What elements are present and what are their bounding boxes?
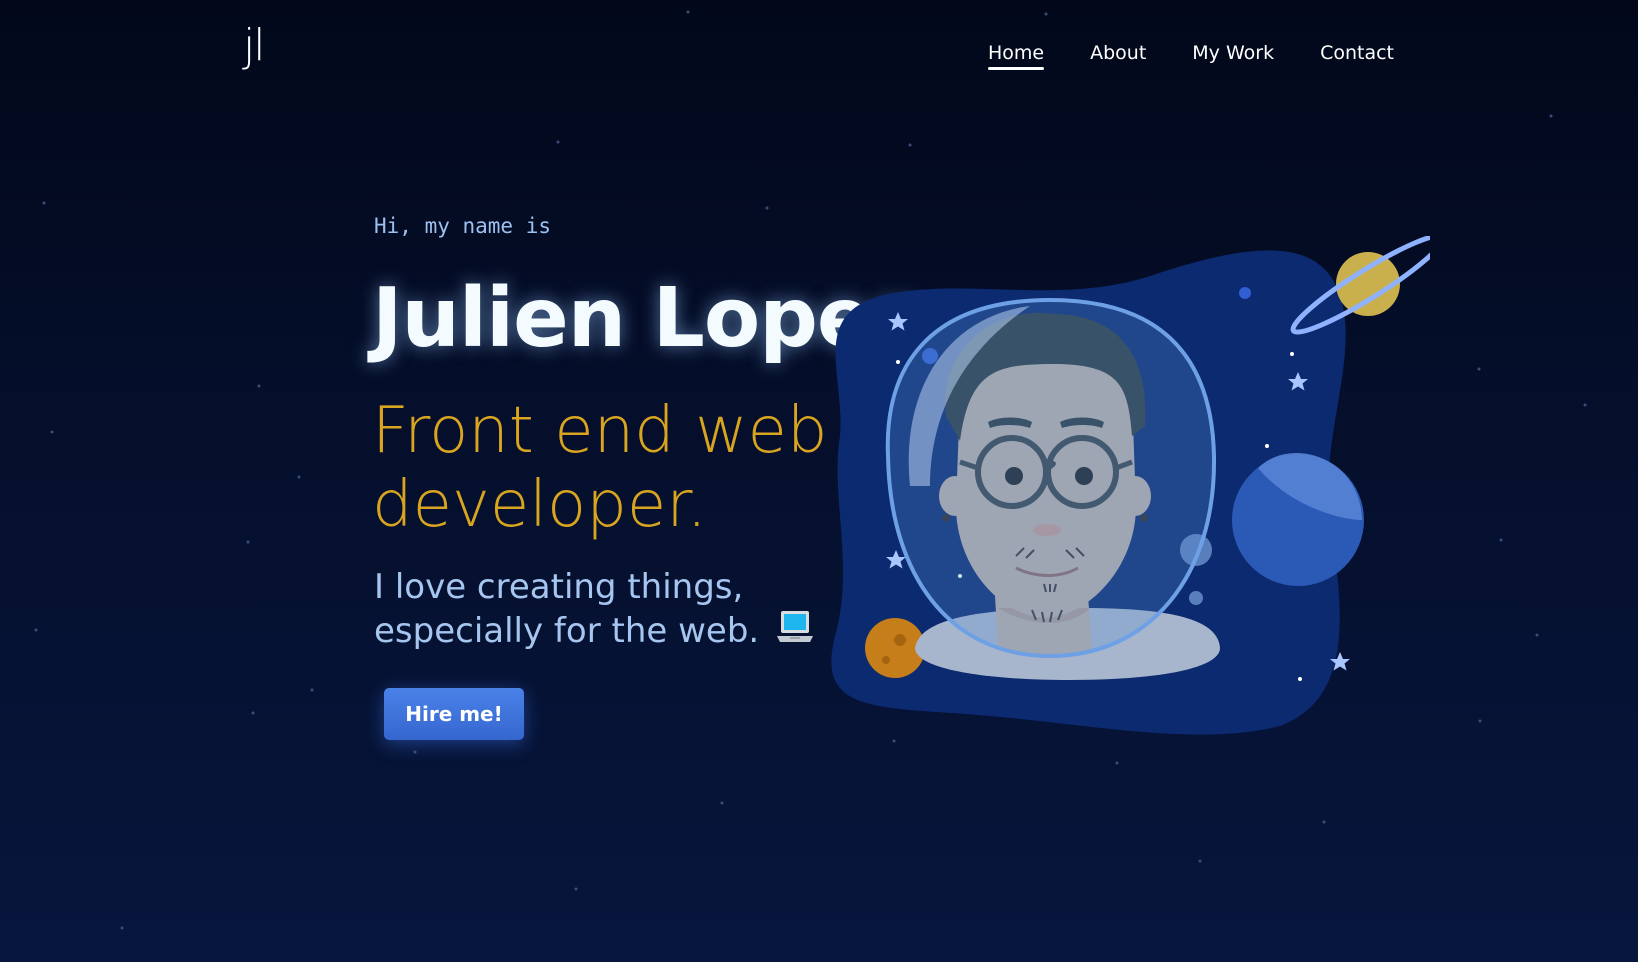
main-nav: Home About My Work Contact (987, 42, 1394, 70)
nav-item-my-work[interactable]: My Work (1192, 42, 1274, 70)
hire-me-button[interactable]: Hire me! (384, 688, 524, 740)
nav-item-about[interactable]: About (1090, 42, 1146, 70)
laptop-icon (776, 609, 814, 656)
hero-role: Front end web developer. (372, 394, 828, 542)
hero-bio-text: I love creating things, especially for t… (374, 567, 760, 651)
nav-item-home[interactable]: Home (987, 42, 1045, 70)
helmet-glass (885, 297, 1217, 659)
blue-planet-icon (1232, 452, 1364, 586)
hero-intro: Hi, my name is (374, 214, 552, 238)
nav-item-contact[interactable]: Contact (1320, 42, 1394, 70)
astronaut-avatar-illustration (831, 236, 1430, 735)
hero-bio: I love creating things, especially for t… (374, 566, 894, 656)
site-logo[interactable]: jl (243, 24, 265, 68)
